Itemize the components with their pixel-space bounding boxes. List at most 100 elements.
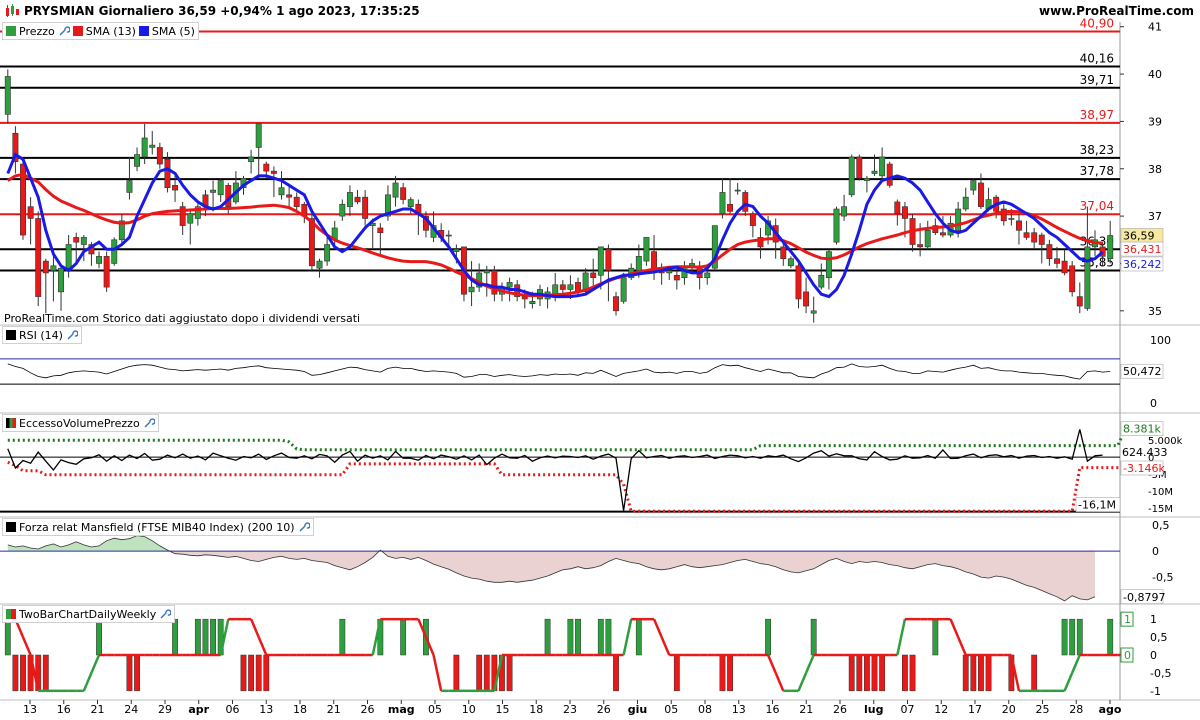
daily-bar bbox=[1069, 618, 1076, 656]
date-tick-label: 05 bbox=[428, 703, 442, 716]
candle-body bbox=[719, 192, 726, 215]
weekly-line-segment bbox=[257, 636, 268, 656]
daily-bar bbox=[210, 618, 216, 656]
daily-bar bbox=[400, 618, 407, 656]
date-tick-label: 15 bbox=[496, 703, 510, 716]
date-tick-label: 06 bbox=[226, 703, 240, 716]
level-label: 40,90 bbox=[1080, 16, 1114, 30]
candle-body bbox=[605, 248, 612, 271]
wrench-icon[interactable] bbox=[58, 25, 70, 37]
price-swatch-icon bbox=[6, 26, 16, 36]
candle-body bbox=[354, 196, 361, 203]
date-tick-label: 21 bbox=[91, 703, 105, 716]
sma5-swatch-icon bbox=[138, 26, 149, 36]
weekly-line-segment bbox=[82, 672, 93, 692]
twobar-daily-last: 1 bbox=[1124, 613, 1131, 626]
daily-bar bbox=[605, 618, 612, 656]
date-tick-label: 08 bbox=[698, 703, 712, 716]
legend-volume[interactable]: EccessoVolumePrezzo bbox=[2, 414, 159, 432]
candle-body bbox=[270, 170, 277, 174]
daily-bar bbox=[932, 618, 939, 656]
weekly-line-segment bbox=[622, 618, 633, 656]
daily-bar bbox=[42, 654, 49, 692]
legend-sma13-label: SMA (13) bbox=[85, 24, 136, 38]
weekly-line-segment bbox=[21, 636, 32, 656]
volume-lower-tag: -3.146k bbox=[1123, 462, 1165, 475]
daily-bar bbox=[902, 654, 908, 692]
chart-canvas[interactable]: 4140393837363540,9040,1639,7138,9738,233… bbox=[0, 0, 1200, 720]
candle-body bbox=[1046, 244, 1053, 260]
daily-bar bbox=[613, 654, 619, 692]
daily-bar bbox=[673, 654, 680, 692]
price-tick-label: 40 bbox=[1148, 68, 1162, 81]
candle-body bbox=[377, 227, 384, 233]
candle-body bbox=[35, 218, 42, 297]
twobar-tick-label: -0,5 bbox=[1150, 667, 1171, 680]
candle-body bbox=[704, 272, 711, 278]
candle-body bbox=[1008, 218, 1015, 220]
candle-body bbox=[111, 239, 118, 264]
level-label: 38,97 bbox=[1080, 108, 1114, 122]
candle-body bbox=[453, 248, 460, 252]
volume-upper-band bbox=[7, 427, 1149, 452]
sma13-swatch-icon bbox=[72, 26, 83, 36]
candle-body bbox=[286, 194, 293, 198]
candle-body bbox=[795, 265, 802, 300]
wrench-icon[interactable] bbox=[159, 608, 172, 620]
candle-body bbox=[894, 201, 901, 215]
date-tick-label: 17 bbox=[968, 703, 982, 716]
daily-bar bbox=[126, 654, 133, 692]
candle-body bbox=[483, 270, 490, 274]
volume-tick-label: -15M bbox=[1148, 504, 1173, 515]
candle-body bbox=[65, 244, 72, 269]
wrench-icon[interactable] bbox=[66, 329, 78, 341]
candle-body bbox=[613, 296, 619, 312]
legend-twobar-label: TwoBarChartDailyWeekly bbox=[19, 607, 157, 621]
volume-upper-tag: 8.381k bbox=[1123, 423, 1161, 436]
weekly-line-segment bbox=[774, 672, 785, 692]
candle-body bbox=[977, 182, 984, 207]
daily-bar bbox=[240, 654, 247, 692]
weekly-line-segment bbox=[766, 654, 777, 674]
legend-twobar[interactable]: TwoBarChartDailyWeekly bbox=[2, 605, 176, 623]
daily-bar bbox=[12, 654, 19, 692]
daily-bar bbox=[719, 654, 726, 692]
daily-bar bbox=[134, 654, 140, 692]
legend-mansfield[interactable]: Forza relat Mansfield (FTSE MIB40 Index)… bbox=[2, 518, 314, 536]
date-tick-label: mag bbox=[388, 703, 415, 716]
daily-bar bbox=[962, 654, 969, 692]
date-tick-label: 26 bbox=[833, 703, 847, 716]
candle-body bbox=[248, 156, 255, 162]
daily-bar bbox=[985, 654, 992, 692]
candle-body bbox=[346, 192, 353, 207]
candle-body bbox=[818, 274, 825, 288]
candle-body bbox=[1016, 220, 1022, 231]
candle-body bbox=[103, 256, 110, 288]
daily-bar bbox=[978, 654, 984, 692]
daily-bar bbox=[96, 618, 102, 656]
candle-body bbox=[810, 310, 817, 314]
candle-body bbox=[156, 147, 163, 165]
legend-mansfield-label: Forza relat Mansfield (FTSE MIB40 Index)… bbox=[19, 520, 295, 534]
daily-bar bbox=[856, 654, 863, 692]
rsi-value-tag: 50,472 bbox=[1123, 365, 1162, 378]
candle-body bbox=[620, 277, 627, 302]
daily-bar bbox=[575, 618, 581, 656]
daily-bar bbox=[255, 654, 262, 692]
weekly-line-segment bbox=[1071, 654, 1081, 674]
candle-body bbox=[4, 76, 11, 115]
candle-body bbox=[58, 267, 64, 293]
wrench-icon[interactable] bbox=[143, 417, 155, 429]
candle-body bbox=[970, 180, 977, 191]
legend-rsi[interactable]: RSI (14) bbox=[2, 326, 82, 344]
date-tick-label: 16 bbox=[766, 703, 780, 716]
daily-bar bbox=[202, 618, 209, 656]
candle-body bbox=[1076, 296, 1083, 307]
candle-body bbox=[164, 158, 171, 189]
twobar-swatch-icon bbox=[6, 609, 16, 619]
candle-body bbox=[521, 296, 528, 300]
wrench-icon[interactable] bbox=[298, 521, 310, 533]
candle-body bbox=[1023, 232, 1030, 238]
price-tick-label: 41 bbox=[1148, 21, 1162, 34]
legend-price[interactable]: Prezzo SMA (13) SMA (5) bbox=[2, 22, 199, 40]
